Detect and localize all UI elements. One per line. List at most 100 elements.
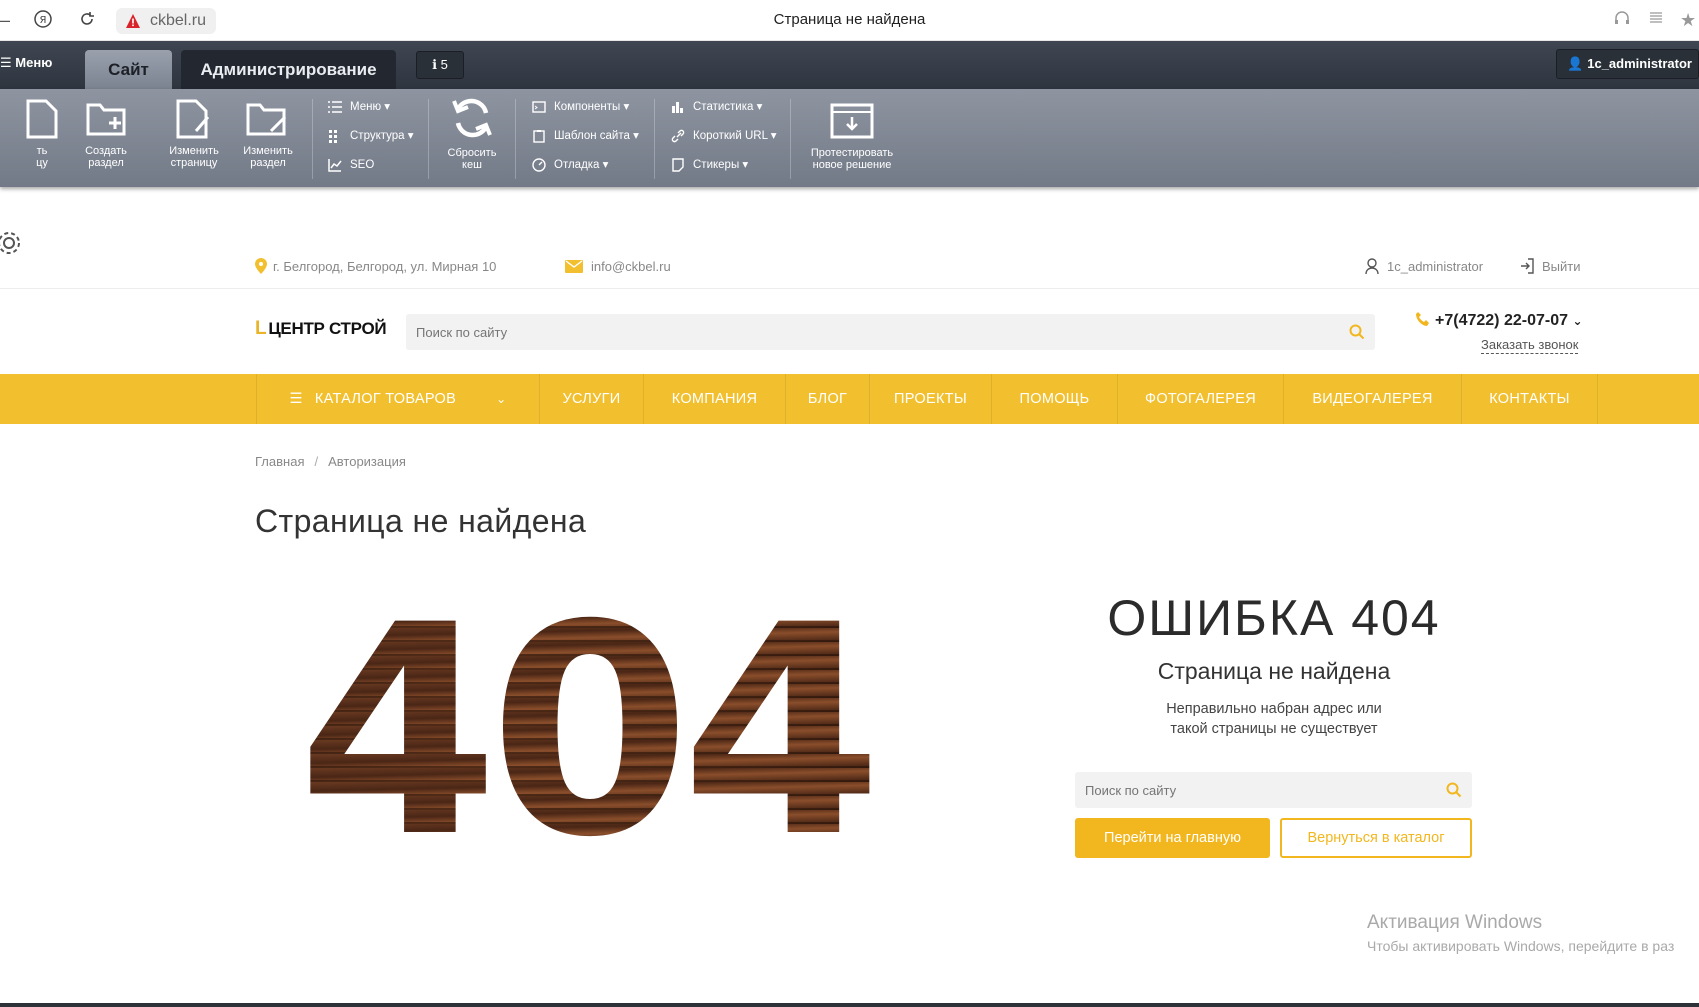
search-icon[interactable] bbox=[1349, 324, 1365, 340]
phone-text: +7(4722) 22-07-07 bbox=[1435, 312, 1568, 329]
error-info: ОШИБКА 404 Страница не найдена Неправиль… bbox=[1074, 592, 1474, 739]
link-icon bbox=[671, 129, 685, 143]
nav-photogallery[interactable]: ФОТОГАЛЕРЕЯ bbox=[1118, 374, 1284, 424]
edit-section-label: Изменить раздел bbox=[243, 145, 293, 169]
main-nav: ☰ КАТАЛОГ ТОВАРОВ ⌄ УСЛУГИ КОМПАНИЯ БЛОГ П… bbox=[0, 374, 1699, 424]
divider bbox=[312, 99, 313, 179]
nav-projects[interactable]: ПРОЕКТЫ bbox=[870, 374, 992, 424]
admin-menu-label: Меню bbox=[15, 55, 53, 70]
components-group: Компоненты ▾ Шаблон сайта ▾ Отладка ▾ bbox=[530, 97, 639, 184]
big-404-text: 404 bbox=[297, 600, 872, 840]
phone-icon bbox=[1416, 312, 1429, 326]
site-template-tool[interactable]: Шаблон сайта ▾ bbox=[530, 126, 639, 155]
mail-icon bbox=[565, 260, 583, 273]
page-title: Страница не найдена bbox=[255, 503, 587, 539]
tab-site[interactable]: Сайт bbox=[85, 50, 172, 89]
logout-link[interactable]: Выйти bbox=[1520, 258, 1581, 276]
windows-activation-title: Активация Windows bbox=[1367, 912, 1543, 933]
test-solution-tool[interactable]: Протестировать новое решение bbox=[800, 103, 904, 171]
nav-videogallery[interactable]: ВИДЕОГАЛЕРЕЯ bbox=[1284, 374, 1462, 424]
logout-text: Выйти bbox=[1542, 259, 1581, 274]
create-section-tool[interactable]: Создать раздел bbox=[78, 99, 134, 169]
settings-tab[interactable] bbox=[0, 210, 40, 274]
error-404-image: 404 bbox=[297, 600, 880, 840]
admin-toolbar: ть цу Создать раздел Изменить страницу И… bbox=[0, 89, 1699, 274]
gear-icon bbox=[0, 232, 20, 254]
tab-administration[interactable]: Администрирование bbox=[181, 50, 396, 89]
statistics-tool[interactable]: Статистика ▾ bbox=[669, 97, 777, 126]
admin-panel-top: ☰ Меню Сайт Администрирование ℹ 5 👤 1c_ad… bbox=[0, 41, 1699, 89]
debug-tool-label: Отладка bbox=[554, 159, 600, 171]
taskbar-edge bbox=[0, 1003, 1699, 1007]
user-icon bbox=[1365, 258, 1379, 275]
breadcrumb-home[interactable]: Главная bbox=[255, 454, 304, 469]
nav-help[interactable]: ПОМОЩЬ bbox=[992, 374, 1118, 424]
windows-activation-text: Чтобы активировать Windows, перейдите в … bbox=[1367, 938, 1675, 954]
admin-user-button[interactable]: 👤 1c_administrator bbox=[1556, 49, 1699, 79]
statistics-tool-label: Статистика bbox=[693, 101, 754, 113]
chevron-down-icon[interactable]: ⌄ bbox=[1572, 314, 1582, 328]
error-search-input[interactable] bbox=[1085, 772, 1423, 808]
search-input[interactable] bbox=[416, 314, 1240, 350]
bookmark-star-icon[interactable]: ★ bbox=[1680, 10, 1696, 30]
nav-catalog[interactable]: ☰ КАТАЛОГ ТОВАРОВ ⌄ bbox=[256, 374, 540, 424]
phone-number[interactable]: +7(4722) 22-07-07 ⌄ bbox=[1415, 311, 1583, 330]
debug-tool[interactable]: Отладка ▾ bbox=[530, 155, 639, 184]
create-section-label: Создать раздел bbox=[85, 145, 127, 169]
short-url-tool[interactable]: Короткий URL ▾ bbox=[669, 126, 777, 155]
folder-edit-icon bbox=[246, 103, 287, 136]
address-text: г. Белгород, Белгород, ул. Мирная 10 bbox=[273, 259, 497, 274]
edit-page-tool[interactable]: Изменить страницу bbox=[162, 99, 226, 169]
breadcrumb-current[interactable]: Авторизация bbox=[328, 454, 406, 469]
callback-link[interactable]: Заказать звонок bbox=[1481, 337, 1579, 354]
error-title: ОШИБКА 404 bbox=[1107, 590, 1441, 646]
email-text: info@ckbel.ru bbox=[591, 259, 671, 274]
seo-tool[interactable]: SEO bbox=[326, 155, 414, 184]
breadcrumb: Главная / Авторизация bbox=[255, 454, 406, 469]
headphones-icon[interactable] bbox=[1614, 10, 1630, 31]
notification-count: 5 bbox=[440, 57, 448, 72]
edit-section-tool[interactable]: Изменить раздел bbox=[238, 99, 298, 169]
nav-contacts[interactable]: КОНТАКТЫ bbox=[1462, 374, 1598, 424]
create-page-tool[interactable]: ть цу bbox=[18, 99, 66, 169]
stickers-tool[interactable]: Стикеры ▾ bbox=[669, 155, 777, 184]
divider bbox=[790, 99, 791, 179]
components-tool[interactable]: Компоненты ▾ bbox=[530, 97, 639, 126]
address-info: г. Белгород, Белгород, ул. Мирная 10 bbox=[255, 258, 496, 276]
reset-cache-tool[interactable]: Сбросить кеш bbox=[444, 95, 500, 171]
search-icon[interactable] bbox=[1446, 782, 1462, 798]
header-search[interactable] bbox=[406, 314, 1375, 350]
chart-line-icon bbox=[328, 159, 342, 172]
divider bbox=[0, 288, 1699, 289]
hamburger-icon: ☰ bbox=[289, 391, 303, 407]
folder-add-icon bbox=[86, 103, 126, 136]
nav-services[interactable]: УСЛУГИ bbox=[540, 374, 644, 424]
structure-tool[interactable]: Структура ▾ bbox=[326, 126, 414, 155]
windows-activation-watermark: Активация Windows Чтобы активировать Win… bbox=[1367, 912, 1674, 954]
reader-icon[interactable] bbox=[1648, 10, 1664, 30]
admin-menu-button[interactable]: ☰ Меню bbox=[0, 55, 52, 71]
nav-blog[interactable]: БЛОГ bbox=[786, 374, 870, 424]
short-url-tool-label: Короткий URL bbox=[693, 130, 768, 142]
site-user-link[interactable]: 1c_administrator bbox=[1365, 258, 1483, 276]
error-description: Неправильно набран адрес или такой стран… bbox=[1074, 699, 1474, 739]
tab-title: Страница не найдена bbox=[773, 11, 926, 28]
window-icon bbox=[532, 101, 546, 113]
edit-page-label: Изменить страницу bbox=[169, 145, 219, 169]
chevron-down-icon: ⌄ bbox=[496, 392, 507, 406]
menu-tool[interactable]: Меню ▾ bbox=[326, 97, 414, 126]
components-tool-label: Компоненты bbox=[554, 101, 621, 113]
divider bbox=[654, 99, 655, 179]
error-search[interactable] bbox=[1075, 772, 1472, 808]
notifications-button[interactable]: ℹ 5 bbox=[416, 51, 464, 79]
statistics-group: Статистика ▾ Короткий URL ▾ Стикеры ▾ bbox=[669, 97, 777, 184]
site-logo[interactable]: L ЦЕНТР СТРОЙ bbox=[255, 318, 387, 340]
site-template-tool-label: Шаблон сайта bbox=[554, 130, 630, 142]
location-pin-icon bbox=[255, 258, 267, 274]
back-to-catalog-button[interactable]: Вернуться в каталог bbox=[1280, 818, 1472, 858]
go-home-button[interactable]: Перейти на главную bbox=[1075, 818, 1270, 858]
email-info[interactable]: info@ckbel.ru bbox=[565, 258, 671, 276]
site-user-text: 1c_administrator bbox=[1387, 259, 1484, 274]
nav-company[interactable]: КОМПАНИЯ bbox=[644, 374, 786, 424]
page-add-icon bbox=[26, 99, 58, 139]
